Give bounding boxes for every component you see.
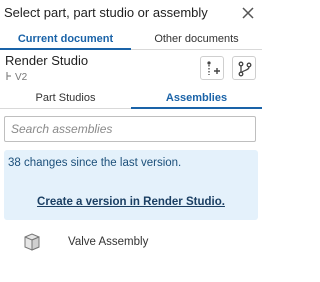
list-item[interactable]: Valve Assembly — [0, 228, 262, 256]
tab-current-document[interactable]: Current document — [0, 30, 131, 50]
insert-button[interactable] — [200, 56, 224, 80]
branch-icon — [238, 61, 252, 77]
document-tabs: Current document Other documents — [0, 30, 262, 50]
insert-icon — [207, 61, 220, 75]
create-version-link[interactable]: Create a version in Render Studio. — [4, 196, 258, 208]
close-icon[interactable] — [240, 5, 256, 21]
assembly-icon — [24, 233, 40, 251]
dialog-header: Select part, part studio or assembly — [0, 0, 262, 28]
dialog-title: Select part, part studio or assembly — [4, 5, 208, 20]
list-item-label: Valve Assembly — [68, 236, 149, 248]
tab-part-studios[interactable]: Part Studios — [0, 89, 131, 109]
search-input[interactable] — [4, 116, 256, 142]
branch-button[interactable] — [232, 56, 256, 80]
version-notice: 38 changes since the last version. Creat… — [4, 150, 258, 220]
notice-message: 38 changes since the last version. — [8, 157, 182, 169]
tab-other-documents[interactable]: Other documents — [131, 30, 262, 50]
studio-name: Render Studio — [5, 53, 89, 68]
studio-header: Render Studio V2 — [0, 51, 262, 87]
type-tabs: Part Studios Assemblies — [0, 89, 262, 109]
tab-assemblies[interactable]: Assemblies — [131, 89, 262, 109]
version-text: V2 — [15, 72, 28, 83]
version-label: V2 — [5, 71, 27, 83]
version-icon — [6, 72, 11, 80]
